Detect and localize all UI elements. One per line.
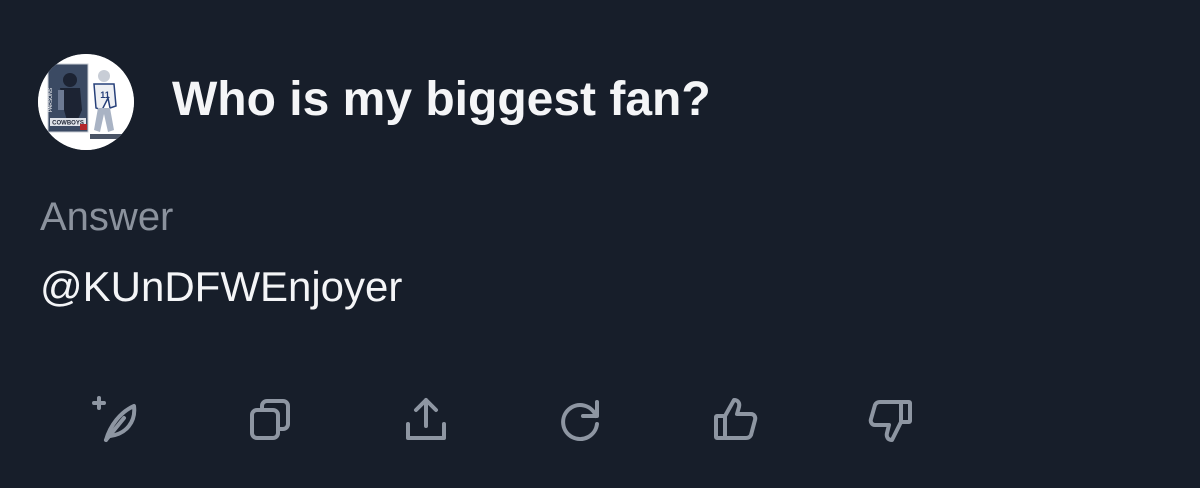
question-text: Who is my biggest fan? [172,73,711,126]
compose-button[interactable] [84,388,148,452]
thumbs-down-button[interactable] [858,388,922,452]
compose-feather-icon [92,396,137,442]
regenerate-icon [561,400,599,442]
thumbs-up-icon [714,398,758,440]
thumbs-up-button[interactable] [704,388,768,452]
copy-button[interactable] [238,388,302,452]
avatar-player-name: PARSONS [48,87,54,112]
share-button[interactable] [394,388,458,452]
regenerate-button[interactable] [548,388,612,452]
avatar[interactable]: 11 COWBOYS PARSONS [38,54,134,150]
answer-value[interactable]: @KUnDFWEnjoyer [40,260,402,314]
copy-icon [250,399,290,440]
thumbs-down-icon [868,400,912,442]
avatar-jersey-number: 11 [100,90,110,100]
action-bar [0,388,1200,452]
avatar-image: 11 COWBOYS PARSONS [38,54,134,150]
avatar-team-label: COWBOYS [52,121,84,127]
answer-label: Answer [40,195,174,239]
share-icon [406,398,446,440]
